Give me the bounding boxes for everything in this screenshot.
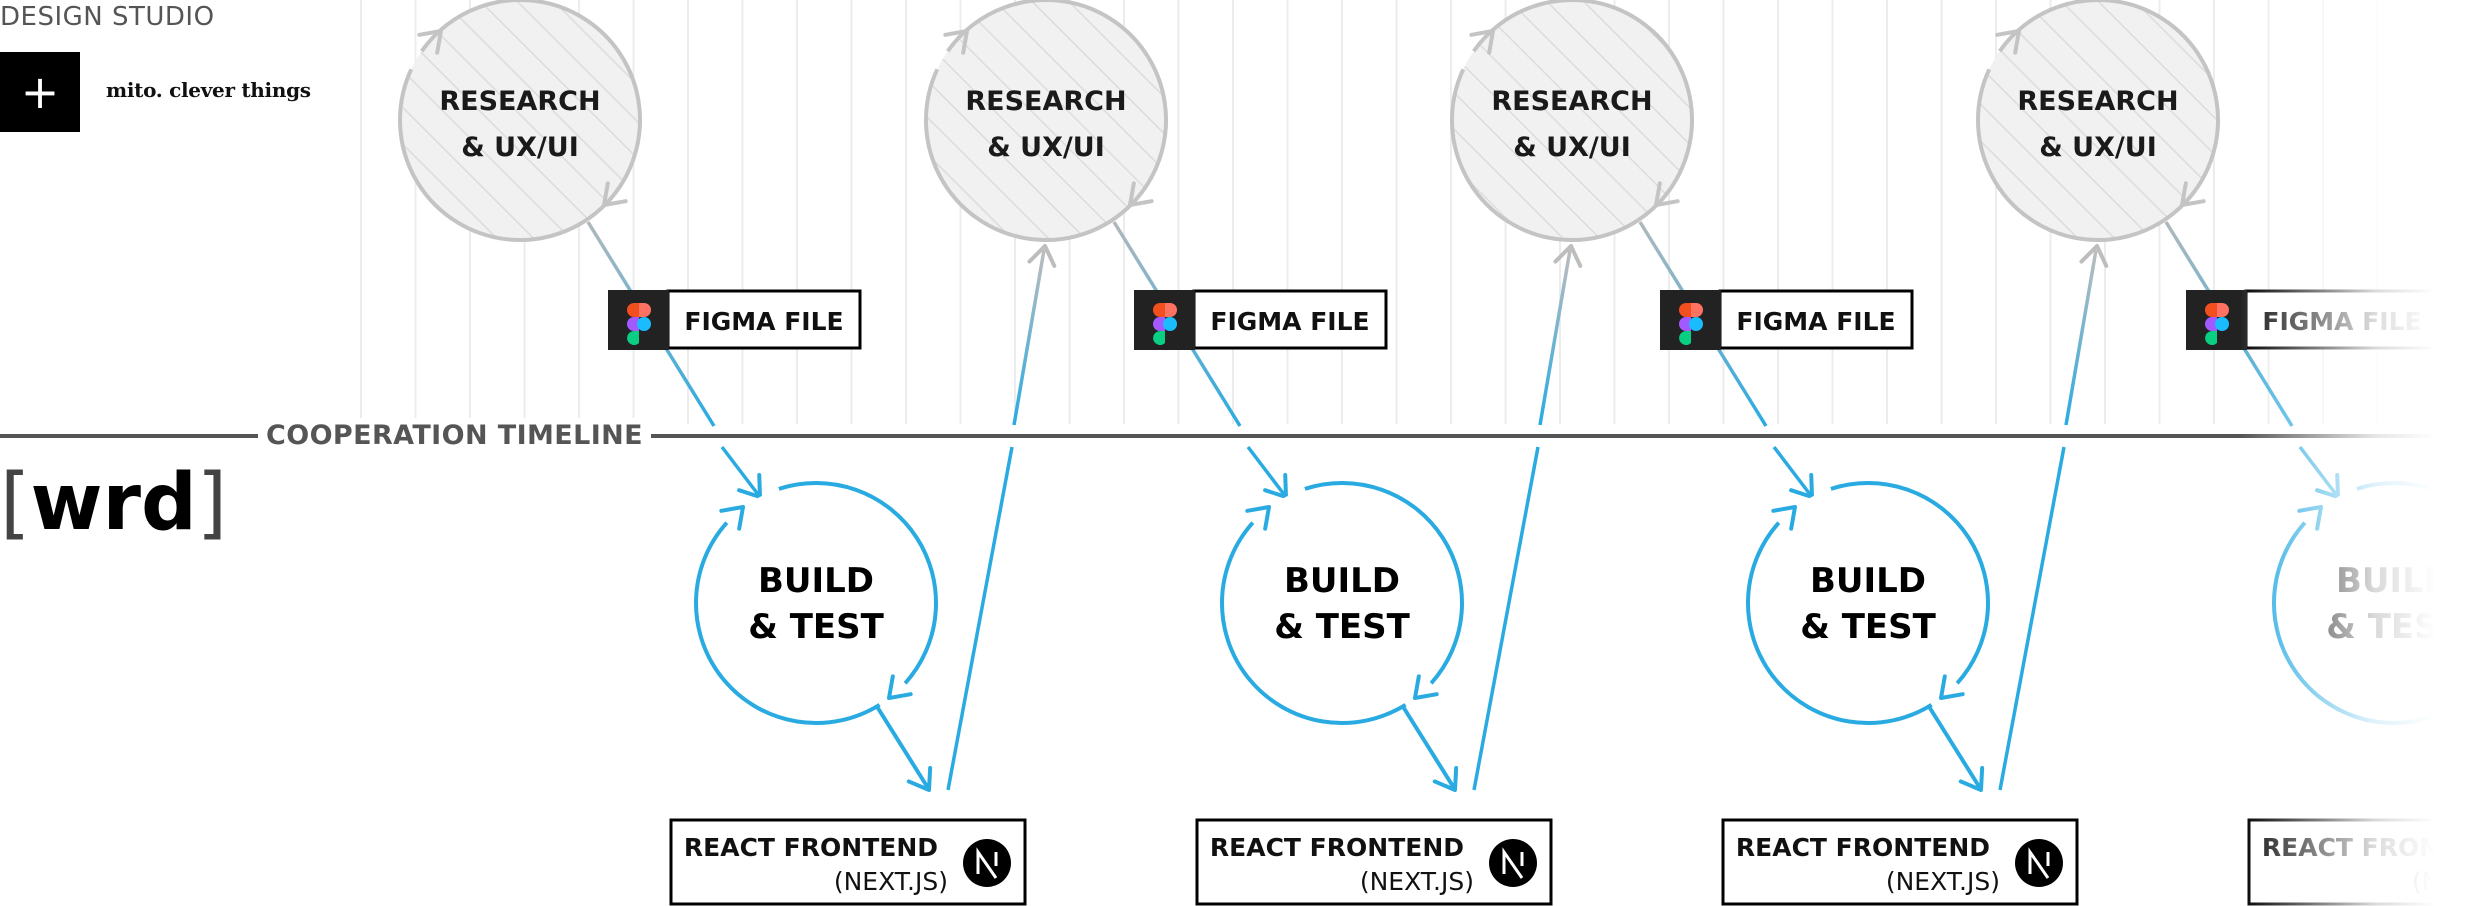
build-label-line1: BUILD bbox=[1810, 561, 1926, 601]
build-node[interactable]: BUILD & TEST bbox=[1746, 481, 1990, 792]
build-label-line1: BUILD bbox=[2336, 561, 2452, 601]
research-label-line1: RESEARCH bbox=[2017, 86, 2178, 117]
figma-file-badge[interactable]: FIGMA FILE bbox=[1134, 289, 1388, 350]
research-label-line2: & UX/UI bbox=[461, 132, 579, 163]
react-frontend-badge[interactable]: REACT FRONTEND (NEXT.JS) bbox=[669, 818, 1027, 906]
build-label-line2: & TEST bbox=[2326, 607, 2462, 647]
build-node[interactable]: BUILD & TEST bbox=[2272, 481, 2484, 790]
return-line bbox=[1012, 249, 1046, 426]
return-line bbox=[2064, 249, 2098, 426]
bracket-right: ] bbox=[196, 458, 228, 548]
figma-label: FIGMA FILE bbox=[1736, 307, 1895, 336]
research-node[interactable]: RESEARCH & UX/UI bbox=[924, 0, 1168, 242]
react-frontend-badge[interactable]: REACT FRONTEND (NEXT.JS) bbox=[1721, 818, 2079, 906]
build-circle-fill bbox=[2274, 483, 2484, 723]
client-name: wrd bbox=[30, 458, 197, 548]
return-line bbox=[1538, 249, 1572, 426]
figma-label: FIGMA FILE bbox=[684, 307, 843, 336]
nextjs-icon bbox=[963, 839, 1011, 887]
return-line bbox=[946, 446, 1014, 791]
react-frontend-badge[interactable]: REACT FRONTEND (NEXT.JS) bbox=[2247, 818, 2484, 906]
react-label-line2: (NEXT.JS) bbox=[1360, 867, 1474, 896]
nextjs-icon bbox=[2015, 839, 2063, 887]
figma-icon-part bbox=[2215, 317, 2229, 331]
research-label-line1: RESEARCH bbox=[1491, 86, 1652, 117]
react-label-line2: (NEXT.JS) bbox=[1886, 867, 2000, 896]
figma-icon-part bbox=[1689, 317, 1703, 331]
studio-label: DESIGN STUDIO bbox=[0, 2, 215, 32]
react-frontend-badge[interactable]: REACT FRONTEND (NEXT.JS) bbox=[1195, 818, 1553, 906]
research-node[interactable]: RESEARCH & UX/UI bbox=[1450, 0, 1694, 242]
return-line bbox=[1998, 446, 2066, 791]
figma-file-badge[interactable]: FIGMA FILE bbox=[2186, 289, 2440, 350]
react-label-line1: REACT FRONTEND bbox=[1736, 833, 1990, 862]
react-label-line1: REACT FRONTEND bbox=[684, 833, 938, 862]
research-node[interactable]: RESEARCH & UX/UI bbox=[1976, 0, 2220, 242]
plus-icon: + bbox=[20, 65, 60, 119]
build-label-line2: & TEST bbox=[748, 607, 884, 647]
research-label-line2: & UX/UI bbox=[2039, 132, 2157, 163]
bracket-left: [ bbox=[0, 458, 31, 548]
output-line bbox=[1926, 703, 1982, 790]
build-node[interactable]: BUILD & TEST bbox=[694, 481, 938, 792]
build-label-line1: BUILD bbox=[758, 561, 874, 601]
figma-label: FIGMA FILE bbox=[2262, 307, 2421, 336]
build-label-line2: & TEST bbox=[1274, 607, 1410, 647]
figma-file-badge[interactable]: FIGMA FILE bbox=[1660, 289, 1914, 350]
output-line bbox=[1400, 703, 1456, 790]
studio-name: mito. clever things bbox=[106, 78, 311, 102]
figma-icon-part bbox=[637, 317, 651, 331]
react-label-line2: (NEXT.JS) bbox=[2412, 867, 2484, 896]
react-label-line1: REACT FRONTEND bbox=[2262, 833, 2484, 862]
react-label-line1: REACT FRONTEND bbox=[1210, 833, 1464, 862]
research-label-line1: RESEARCH bbox=[965, 86, 1126, 117]
client-logo: [wrd] bbox=[0, 458, 227, 548]
build-label-line1: BUILD bbox=[1284, 561, 1400, 601]
output-line bbox=[2452, 703, 2484, 757]
react-label-line2: (NEXT.JS) bbox=[834, 867, 948, 896]
research-label-line2: & UX/UI bbox=[1513, 132, 1631, 163]
output-line bbox=[874, 703, 930, 790]
figma-label: FIGMA FILE bbox=[1210, 307, 1369, 336]
figma-icon-part bbox=[1163, 317, 1177, 331]
research-label-line1: RESEARCH bbox=[439, 86, 600, 117]
cycle-group: RESEARCH & UX/UI FIGMA FILE BUILD & TEST REAC… bbox=[1976, 0, 2484, 906]
research-node[interactable]: RESEARCH & UX/UI bbox=[398, 0, 642, 242]
timeline-label: COOPERATION TIMELINE bbox=[258, 418, 652, 454]
nextjs-icon bbox=[1489, 839, 1537, 887]
build-label-line2: & TEST bbox=[1800, 607, 1936, 647]
figma-file-badge[interactable]: FIGMA FILE bbox=[608, 289, 862, 350]
research-label-line2: & UX/UI bbox=[987, 132, 1105, 163]
